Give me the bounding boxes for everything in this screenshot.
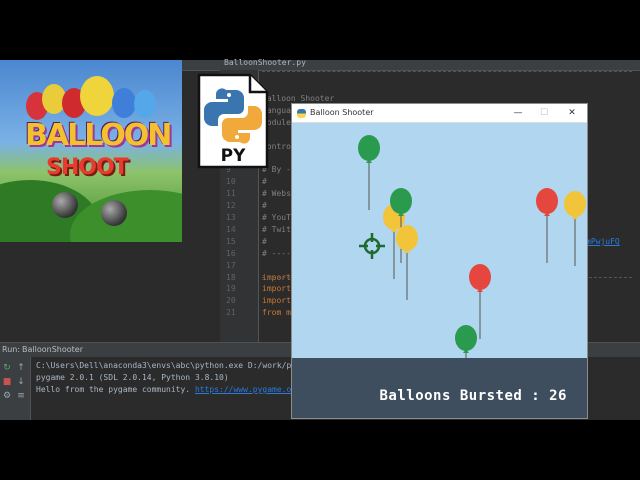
- scroll-down-icon[interactable]: ↓: [16, 377, 26, 387]
- line-number: 14: [226, 224, 236, 234]
- close-button[interactable]: ✕: [566, 107, 578, 119]
- run-config-tab[interactable]: BalloonShooter: [22, 345, 83, 354]
- code-line: #: [262, 177, 267, 187]
- green-balloon[interactable]: [455, 325, 477, 358]
- line-number: 18: [226, 272, 236, 282]
- comment-separator: [262, 71, 632, 72]
- thumbnail-title-line1: BALLOON: [25, 118, 172, 153]
- editor-tab[interactable]: BalloonShooter.py: [224, 58, 306, 67]
- console-line: C:\Users\Dell\anaconda3\envs\abc\python.…: [36, 361, 301, 370]
- game-window[interactable]: Balloon Shooter — ☐ ✕ Balloons Bursted :…: [292, 104, 587, 418]
- rerun-icon[interactable]: ↻: [2, 363, 12, 373]
- console-text: Hello from the pygame community.: [36, 385, 195, 394]
- scroll-up-icon[interactable]: ↑: [16, 363, 26, 373]
- line-number: 21: [226, 308, 236, 318]
- pygame-app-icon: [297, 109, 306, 118]
- line-number: 13: [226, 213, 236, 222]
- game-thumbnail: BALLOON SHOOT: [0, 60, 182, 242]
- code-line: #: [262, 201, 267, 211]
- code-line: import: [262, 284, 291, 294]
- line-number: 11: [226, 189, 236, 199]
- settings-icon[interactable]: ⚙: [2, 391, 12, 401]
- score-label: Balloons Bursted : 26: [379, 388, 567, 404]
- run-label: Run:: [2, 345, 21, 354]
- code-line: import: [262, 296, 291, 306]
- maximize-button[interactable]: ☐: [538, 107, 550, 119]
- letterbox-bottom: [0, 420, 640, 480]
- game-window-titlebar[interactable]: Balloon Shooter — ☐ ✕: [292, 104, 587, 123]
- code-line: #: [262, 236, 267, 246]
- yellow-balloon[interactable]: [396, 225, 418, 300]
- console-line: pygame 2.0.1 (SDL 2.0.14, Python 3.8.10): [36, 373, 229, 382]
- file-type-label: PY: [220, 146, 246, 166]
- line-number: 15: [226, 236, 236, 246]
- run-toolbar: ↻ ■ ↑ ↓ ⚙ ≡: [0, 357, 31, 421]
- line-number: 19: [226, 284, 236, 294]
- game-window-title: Balloon Shooter: [310, 108, 374, 117]
- console-line: Hello from the pygame community. https:/…: [36, 385, 301, 394]
- stop-icon[interactable]: ■: [2, 377, 12, 387]
- crosshair-cursor: [359, 233, 385, 259]
- green-balloon[interactable]: [358, 135, 380, 210]
- code-line: from ma: [262, 308, 296, 318]
- line-number: 10: [226, 177, 236, 187]
- letterbox-top: [0, 0, 640, 60]
- minimize-button[interactable]: —: [512, 107, 524, 119]
- code-line: Balloon Shooter: [262, 94, 335, 103]
- game-playfield[interactable]: [292, 122, 587, 358]
- yellow-balloon[interactable]: [564, 191, 586, 266]
- wrap-icon[interactable]: ≡: [16, 391, 26, 401]
- console-link[interactable]: https://www.pygame.org: [195, 385, 301, 394]
- youtube-link-fragment[interactable]: mPwjuFQ: [586, 237, 620, 246]
- line-number: 16: [226, 248, 236, 258]
- line-number: 12: [226, 201, 236, 211]
- thumbnail-title-line2: SHOOT: [46, 155, 129, 180]
- line-number: 20: [226, 296, 236, 306]
- line-number: 17: [226, 260, 236, 270]
- score-bar: Balloons Bursted : 26: [292, 358, 587, 418]
- python-file-icon: PY: [196, 72, 270, 170]
- red-balloon[interactable]: [536, 188, 558, 263]
